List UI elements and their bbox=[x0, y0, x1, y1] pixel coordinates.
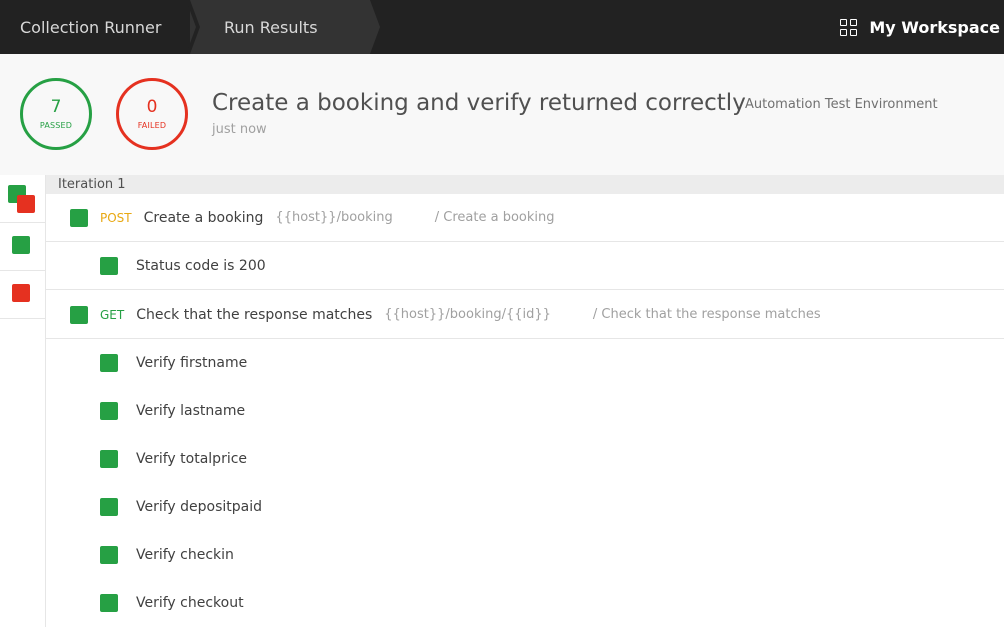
passed-count: 7 bbox=[50, 97, 62, 117]
request-name[interactable]: Create a booking bbox=[144, 210, 264, 226]
breadcrumb-collection-runner[interactable]: Collection Runner bbox=[0, 0, 190, 54]
sidebar-item-iteration-1[interactable] bbox=[0, 175, 45, 223]
grid-icon bbox=[840, 18, 858, 36]
passed-status-icon bbox=[100, 546, 118, 564]
request-row[interactable]: GET Check that the response matches {{ho… bbox=[46, 291, 1004, 339]
sidebar-item-failed-filter[interactable] bbox=[0, 271, 45, 319]
request-url: {{host}}/booking bbox=[275, 210, 393, 225]
test-name: Status code is 200 bbox=[136, 257, 266, 274]
breadcrumb-label: Collection Runner bbox=[20, 17, 162, 37]
failed-count: 0 bbox=[146, 97, 158, 117]
workspace-label: My Workspace bbox=[869, 17, 1000, 37]
passed-status-icon bbox=[100, 256, 118, 275]
results-list: Iteration 1 POST Create a booking {{host… bbox=[46, 175, 1004, 627]
test-row: Status code is 200 bbox=[46, 242, 1004, 290]
test-name: Verify lastname bbox=[136, 403, 246, 419]
request-name[interactable]: Check that the response matches bbox=[136, 307, 372, 323]
run-summary: 7 PASSED 0 FAILED Create a booking and v… bbox=[0, 54, 1004, 175]
request-path: / Create a booking bbox=[434, 210, 555, 225]
request-path: / Check that the response matches bbox=[592, 307, 821, 322]
iteration-header: Iteration 1 bbox=[46, 175, 1004, 194]
breadcrumb-label: Run Results bbox=[224, 17, 318, 37]
request-row[interactable]: POST Create a booking {{host}}/booking /… bbox=[46, 194, 1004, 242]
test-name: Verify checkin bbox=[136, 547, 234, 563]
passed-status-icon bbox=[12, 236, 30, 254]
test-name: Verify depositpaid bbox=[136, 499, 263, 515]
passed-status-icon bbox=[100, 594, 118, 612]
failed-status-icon bbox=[17, 195, 35, 213]
test-name: Verify firstname bbox=[136, 355, 248, 371]
failed-label: FAILED bbox=[137, 121, 167, 130]
request-method: GET bbox=[100, 307, 125, 322]
test-row: Verify lastname bbox=[46, 387, 1004, 435]
passed-label: PASSED bbox=[39, 121, 73, 130]
failed-counter: 0 FAILED bbox=[116, 78, 188, 150]
request-method: POST bbox=[100, 210, 132, 225]
test-name: Verify checkout bbox=[136, 595, 244, 611]
test-row: Verify totalprice bbox=[46, 435, 1004, 483]
run-title: Create a booking and verify returned cor… bbox=[212, 90, 746, 116]
passed-status-icon bbox=[100, 450, 118, 468]
test-row: Verify firstname bbox=[46, 339, 1004, 387]
passed-status-icon bbox=[100, 402, 118, 420]
test-row: Verify depositpaid bbox=[46, 483, 1004, 531]
test-row: Verify checkout bbox=[46, 579, 1004, 627]
failed-status-icon bbox=[12, 284, 30, 302]
workspace-switcher[interactable]: My Workspace bbox=[840, 0, 1000, 54]
passed-status-icon bbox=[100, 354, 118, 372]
test-row: Verify checkin bbox=[46, 531, 1004, 579]
top-bar: Collection Runner Run Results My Workspa… bbox=[0, 0, 1004, 54]
breadcrumb-run-results[interactable]: Run Results bbox=[190, 0, 380, 54]
test-name: Verify totalprice bbox=[136, 451, 248, 467]
environment-name: Automation Test Environment bbox=[745, 97, 938, 112]
run-timestamp: just now bbox=[212, 122, 267, 137]
passed-status-icon bbox=[70, 305, 88, 324]
passed-counter: 7 PASSED bbox=[20, 78, 92, 150]
request-url: {{host}}/booking/{{id}} bbox=[384, 307, 551, 322]
passed-status-icon bbox=[70, 208, 88, 227]
iteration-sidebar bbox=[0, 175, 46, 627]
sidebar-item-passed-filter[interactable] bbox=[0, 223, 45, 271]
passed-status-icon bbox=[100, 498, 118, 516]
